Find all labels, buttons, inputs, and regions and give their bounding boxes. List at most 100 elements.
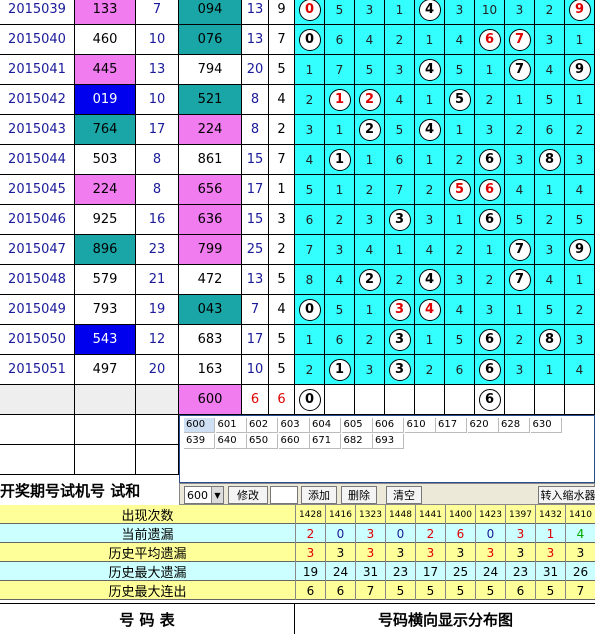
add-button[interactable]: 添加 xyxy=(301,486,337,504)
dist-cell: 3 xyxy=(505,145,535,175)
popup-number-item[interactable]: 605 xyxy=(341,418,373,433)
popup-number-item[interactable]: 602 xyxy=(247,418,278,433)
chevron-down-icon[interactable]: ▼ xyxy=(211,487,223,503)
dist-cell: 5 xyxy=(325,295,355,325)
dist-cell: 1 xyxy=(295,325,325,355)
dist-cell: 5 xyxy=(535,295,565,325)
dist-cell: 2 xyxy=(295,85,325,115)
test-number-cell: 019 xyxy=(75,85,136,115)
omission-value: 5 xyxy=(305,182,314,197)
modify-button[interactable]: 修改 xyxy=(228,486,268,504)
popup-number-item[interactable]: 628 xyxy=(499,418,530,433)
clear-button[interactable]: 清空 xyxy=(386,486,422,504)
popup-number-item[interactable]: 682 xyxy=(341,434,373,449)
popup-number-item[interactable]: 639 xyxy=(184,434,215,449)
omission-value: 5 xyxy=(515,212,524,227)
number-input[interactable] xyxy=(270,486,298,504)
dist-cell: 5 xyxy=(355,55,385,85)
test-sum-cell: 8 xyxy=(136,145,179,175)
digit-ball: 7 xyxy=(508,268,531,291)
footer: 号 码 表 号码横向显示分布图 xyxy=(0,603,595,634)
delete-button[interactable]: 删除 xyxy=(341,486,377,504)
popup-number-item[interactable]: 617 xyxy=(436,418,467,433)
dist-cell: 3 xyxy=(385,295,415,325)
popup-number-item[interactable]: 601 xyxy=(215,418,247,433)
popup-number-item[interactable]: 693 xyxy=(373,434,404,449)
dist-cell: 6 xyxy=(475,175,505,205)
dist-cell: 1 xyxy=(565,25,595,55)
omission-value: 2 xyxy=(365,182,374,197)
dist-cell: 8 xyxy=(295,265,325,295)
dist-cell: 9 xyxy=(565,55,595,85)
omission-value: 1 xyxy=(575,272,584,287)
digit-ball: 4 xyxy=(418,0,441,21)
omission-value: 2 xyxy=(455,152,464,167)
period-cell: 2015040 xyxy=(0,25,75,55)
stat-value: 3 xyxy=(355,543,385,562)
column-header-text: 开奖期号试机号 试和 xyxy=(0,481,141,500)
stat-value: 1397 xyxy=(505,505,535,524)
digit-ball: 6 xyxy=(478,28,501,51)
period-cell: 2015051 xyxy=(0,355,75,385)
stat-value: 5 xyxy=(445,581,475,600)
dist-cell: 5 xyxy=(295,175,325,205)
omission-value: 3 xyxy=(365,362,374,377)
digit-ball: 6 xyxy=(478,208,501,231)
dist-cell: 0 xyxy=(295,25,325,55)
dist-cell: 2 xyxy=(505,325,535,355)
popup-number-item[interactable]: 600 xyxy=(184,418,215,433)
digit-ball: 4 xyxy=(418,58,441,81)
popup-number-item[interactable]: 604 xyxy=(310,418,341,433)
test-sum-cell: 8 xyxy=(136,175,179,205)
popup-number-item[interactable]: 671 xyxy=(310,434,341,449)
test-number-cell: 764 xyxy=(75,115,136,145)
period-cell: 2015039 xyxy=(0,0,75,25)
popup-number-item[interactable]: 650 xyxy=(247,434,278,449)
stat-value: 1441 xyxy=(415,505,445,524)
dist-cell: 6 xyxy=(295,205,325,235)
stat-value: 1423 xyxy=(475,505,505,524)
number-list-popup[interactable]: 600 601 602 603 604 605 606 610 617 620 628 630 639 6… xyxy=(179,415,595,483)
stat-value: 1432 xyxy=(535,505,565,524)
digit-ball: 7 xyxy=(508,28,531,51)
popup-number-item[interactable]: 620 xyxy=(467,418,499,433)
popup-number-item[interactable]: 660 xyxy=(278,434,310,449)
popup-number-item[interactable]: 606 xyxy=(373,418,404,433)
omission-value: 5 xyxy=(335,302,344,317)
popup-number-item[interactable]: 630 xyxy=(530,418,562,433)
dist-cell: 3 xyxy=(385,55,415,85)
switch-to-shrinker-button[interactable]: 转入缩水器 xyxy=(538,486,595,504)
digit-ball: 0 xyxy=(298,388,321,411)
popup-number-item[interactable]: 603 xyxy=(278,418,310,433)
omission-value: 1 xyxy=(395,2,404,17)
stat-value: 4 xyxy=(565,524,595,543)
omission-value: 1 xyxy=(545,362,554,377)
number-select[interactable]: 600 ▼ xyxy=(184,486,224,504)
stat-value: 7 xyxy=(355,581,385,600)
dist-cell: 3 xyxy=(355,0,385,25)
stat-row: 历史最大遗漏 19 24 31 23 17 25 24 23 31 26 xyxy=(0,562,595,581)
popup-number-item[interactable]: 610 xyxy=(404,418,436,433)
popup-number-item[interactable]: 640 xyxy=(215,434,247,449)
stat-label: 历史平均遗漏 xyxy=(108,547,187,562)
dist-cell: 2 xyxy=(445,145,475,175)
draw-number-cell: 683 xyxy=(179,325,242,355)
stat-value: 25 xyxy=(445,562,475,581)
omission-value: 7 xyxy=(335,62,344,77)
stat-value: 6 xyxy=(445,524,475,543)
dist-cell xyxy=(325,385,355,415)
column-header: 开奖期号试机号 试和 xyxy=(0,475,141,505)
draw-span-cell: 2 xyxy=(269,235,295,265)
omission-value: 3 xyxy=(365,212,374,227)
digit-ball: 6 xyxy=(478,358,501,381)
stat-value: 3 xyxy=(535,543,565,562)
dist-cell: 1 xyxy=(445,115,475,145)
draw-span-cell: 6 xyxy=(269,385,295,415)
stat-value: 3 xyxy=(415,543,445,562)
dist-cell: 4 xyxy=(535,265,565,295)
dist-cell: 9 xyxy=(565,235,595,265)
dist-cell: 4 xyxy=(505,175,535,205)
draw-number-cell: 224 xyxy=(179,115,242,145)
draw-sum-cell: 25 xyxy=(242,235,269,265)
omission-value: 1 xyxy=(575,32,584,47)
